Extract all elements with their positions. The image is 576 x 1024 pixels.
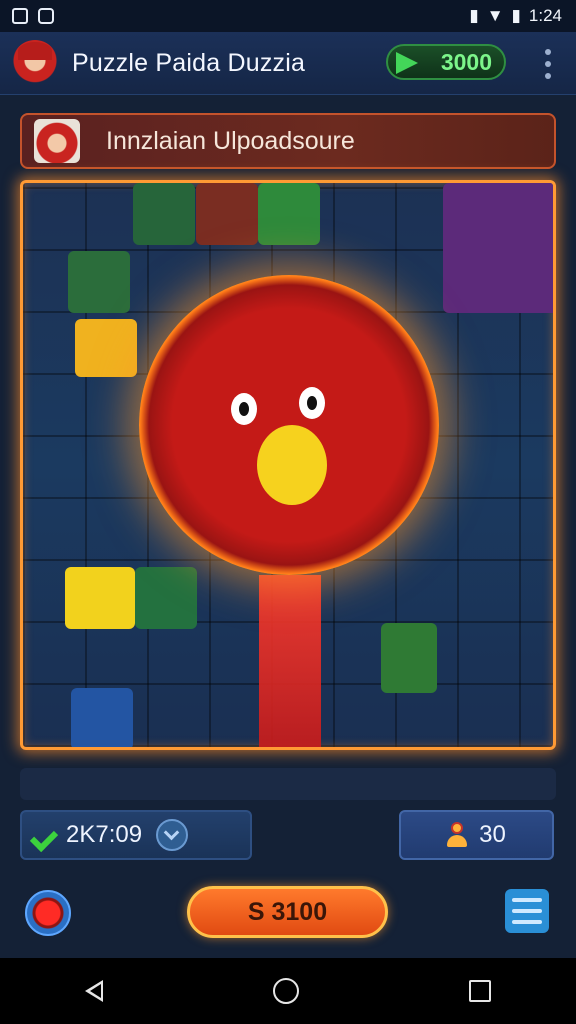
puzzle-piece[interactable] [196, 183, 258, 245]
players-panel[interactable]: 30 [399, 810, 554, 860]
progress-track [20, 768, 556, 800]
puzzle-piece[interactable] [135, 567, 197, 629]
puzzle-piece[interactable] [68, 251, 130, 313]
check-icon [34, 824, 60, 846]
bird-eye-right [299, 387, 325, 419]
banner-title: Innzlaian Ulpoadsoure [106, 126, 355, 155]
puzzle-piece[interactable] [71, 688, 133, 747]
arrow-icon [396, 52, 418, 74]
app-header: Puzzle Paida Duzzia 3000 [0, 32, 576, 95]
bird-beak [257, 425, 327, 505]
image-icon [12, 8, 28, 24]
price-button[interactable]: S 3100 [187, 886, 388, 938]
battery-icon: ▮ [511, 6, 521, 25]
player-icon [447, 822, 468, 848]
back-icon[interactable] [85, 980, 103, 1002]
puzzle-piece[interactable] [75, 319, 137, 377]
puzzle-piece[interactable] [443, 183, 553, 313]
timer-panel: 2K7:09 [20, 810, 252, 860]
fire-bird-orb [139, 275, 439, 575]
puzzle-piece[interactable] [133, 183, 195, 245]
puzzle-piece[interactable] [258, 183, 320, 245]
coin-counter[interactable]: 3000 [386, 44, 506, 80]
timer-icon[interactable] [156, 819, 189, 851]
level-banner: Innzlaian Ulpoadsoure [20, 113, 556, 169]
puzzle-piece[interactable] [65, 567, 135, 629]
more-icon[interactable] [540, 49, 556, 79]
puzzle-piece[interactable] [381, 623, 437, 693]
cloud-icon [38, 8, 54, 24]
status-bar: ▮ ▼ ▮ 1:24 [0, 0, 576, 32]
app-title: Puzzle Paida Duzzia [72, 48, 306, 77]
record-button[interactable] [25, 890, 71, 936]
recents-icon[interactable] [469, 980, 491, 1002]
coin-value: 3000 [440, 48, 492, 75]
vibrate-icon: ▮ [469, 6, 479, 25]
timer-value: 2K7:09 [66, 821, 143, 848]
status-time: 1:24 [528, 6, 562, 25]
wifi-icon: ▼ [486, 6, 504, 25]
menu-icon[interactable] [505, 889, 549, 933]
avatar-icon[interactable] [12, 40, 58, 86]
system-nav-bar [0, 958, 576, 1024]
puzzle-board[interactable] [20, 180, 556, 750]
players-count: 30 [479, 821, 506, 848]
bird-eye-left [231, 393, 257, 425]
character-icon [34, 119, 80, 163]
home-icon[interactable] [273, 978, 299, 1004]
glow-beam [259, 575, 321, 747]
